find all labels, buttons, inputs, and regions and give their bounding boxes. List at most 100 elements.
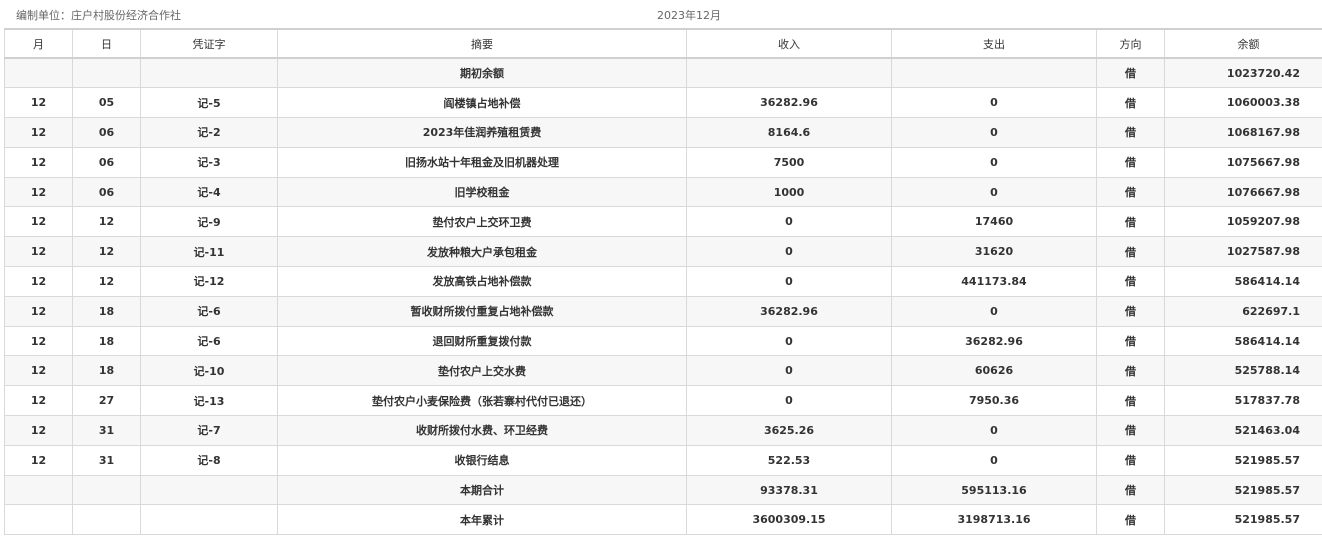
cell-income: 0 [686, 236, 892, 268]
table-row[interactable]: 12 18 记-6 暂收财所拨付重复占地补偿款 36282.96 0 借 622697.1 [4, 295, 1322, 327]
column-header-income: 收入 [686, 28, 892, 59]
cell-expense: 7950.36 [891, 385, 1097, 417]
column-header-month: 月 [4, 28, 73, 59]
cell-income: 36282.96 [686, 295, 892, 327]
cell-voucher: 记-2 [140, 117, 278, 148]
cell-direction: 借 [1096, 355, 1165, 387]
cell-summary: 本期合计 [277, 474, 687, 506]
table-row[interactable]: 本期合计 93378.31 595113.16 借 521985.57 [4, 474, 1322, 506]
cell-voucher: 记-12 [140, 266, 278, 297]
cell-direction: 借 [1096, 415, 1165, 446]
table-row[interactable]: 12 18 记-6 退回财所重复拨付款 0 36282.96 借 586414.14 [4, 325, 1322, 357]
cell-balance: 1075667.98 [1164, 146, 1322, 178]
cell-month: 12 [4, 444, 73, 476]
table-row[interactable]: 本年累计 3600309.15 3198713.16 借 521985.57 [4, 504, 1322, 536]
cell-balance: 1059207.98 [1164, 206, 1322, 238]
cell-expense: 595113.16 [891, 474, 1097, 506]
cell-expense: 0 [891, 146, 1097, 178]
table-row[interactable]: 12 27 记-13 垫付农户小麦保险费（张若寨村代付已退还） 0 7950.36 借 517… [4, 385, 1322, 417]
table-row[interactable]: 12 12 记-9 垫付农户上交环卫费 0 17460 借 1059207.98 [4, 206, 1322, 238]
table-row[interactable]: 12 18 记-10 垫付农户上交水费 0 60626 借 525788.14 [4, 355, 1322, 387]
cell-summary: 发放种粮大户承包租金 [277, 236, 687, 268]
column-header-summary: 摘要 [277, 28, 687, 59]
cell-expense: 36282.96 [891, 325, 1097, 357]
cell-voucher: 记-9 [140, 206, 278, 238]
cell-income: 36282.96 [686, 87, 892, 119]
cell-day: 12 [72, 206, 141, 238]
cell-direction: 借 [1096, 206, 1165, 238]
cell-income: 522.53 [686, 444, 892, 476]
cell-day: 06 [72, 176, 141, 208]
cell-voucher [140, 474, 278, 506]
column-header-balance: 余额 [1164, 28, 1322, 59]
cell-income: 1000 [686, 176, 892, 208]
table-row[interactable]: 12 05 记-5 阎楼镇占地补偿 36282.96 0 借 1060003.38 [4, 87, 1322, 119]
column-header-day: 日 [72, 28, 141, 59]
cell-month [4, 474, 73, 506]
table-row[interactable]: 12 06 记-4 旧学校租金 1000 0 借 1076667.98 [4, 176, 1322, 208]
cell-summary: 2023年佳润养殖租赁费 [277, 117, 687, 148]
cell-voucher [140, 504, 278, 536]
cell-month [4, 57, 73, 89]
cell-day [72, 57, 141, 89]
cell-direction: 借 [1096, 385, 1165, 417]
cell-month: 12 [4, 176, 73, 208]
cell-direction: 借 [1096, 504, 1165, 536]
cell-month: 12 [4, 415, 73, 446]
cell-expense: 0 [891, 176, 1097, 208]
table-header-row: 月 日 凭证字 摘要 收入 支出 方向 余额 [4, 28, 1322, 59]
cell-direction: 借 [1096, 444, 1165, 476]
cell-voucher: 记-11 [140, 236, 278, 268]
cell-voucher: 记-8 [140, 444, 278, 476]
cell-balance: 521985.57 [1164, 474, 1322, 506]
cell-income: 3600309.15 [686, 504, 892, 536]
cell-direction: 借 [1096, 176, 1165, 208]
table-row[interactable]: 期初余额 借 1023720.42 [4, 57, 1322, 89]
table-row[interactable]: 12 06 记-3 旧扬水站十年租金及旧机器处理 7500 0 借 1075667.98 [4, 146, 1322, 178]
column-header-expense: 支出 [891, 28, 1097, 59]
cell-income: 0 [686, 206, 892, 238]
cell-day: 18 [72, 295, 141, 327]
cell-direction: 借 [1096, 325, 1165, 357]
cell-expense: 0 [891, 415, 1097, 446]
cell-expense: 17460 [891, 206, 1097, 238]
cell-balance: 1068167.98 [1164, 117, 1322, 148]
table-row[interactable]: 12 31 记-7 收财所拨付水费、环卫经费 3625.26 0 借 521463.04 [4, 415, 1322, 446]
cell-balance: 521985.57 [1164, 444, 1322, 476]
cell-expense: 0 [891, 117, 1097, 148]
cell-summary: 期初余额 [277, 57, 687, 89]
cell-month: 12 [4, 266, 73, 297]
cell-summary: 发放高铁占地补偿款 [277, 266, 687, 297]
cash-ledger-table: 月 日 凭证字 摘要 收入 支出 方向 余额 期初余额借 1023720.42 12… [4, 28, 1322, 536]
cell-balance: 586414.14 [1164, 266, 1322, 297]
cell-month: 12 [4, 355, 73, 387]
cell-month: 12 [4, 146, 73, 178]
column-header-direction: 方向 [1096, 28, 1165, 59]
cell-voucher: 记-3 [140, 146, 278, 178]
cell-income [686, 57, 892, 89]
cell-month: 12 [4, 117, 73, 148]
table-row[interactable]: 12 12 记-12 发放高铁占地补偿款 0 441173.84 借 586414.14 [4, 266, 1322, 297]
compiling-unit-label: 编制单位：庄户村股份经济合作社 [16, 9, 181, 22]
table-row[interactable]: 12 06 记-2 2023年佳润养殖租赁费 8164.6 0 借 1068167.98 [4, 117, 1322, 148]
cell-day: 31 [72, 444, 141, 476]
table-row[interactable]: 12 31 记-8 收银行结息 522.53 0 借 521985.57 [4, 444, 1322, 476]
cell-summary: 垫付农户上交水费 [277, 355, 687, 387]
cell-day: 18 [72, 355, 141, 387]
cell-month: 12 [4, 325, 73, 357]
cell-day: 18 [72, 325, 141, 357]
cell-income: 0 [686, 385, 892, 417]
cell-expense: 0 [891, 444, 1097, 476]
cell-voucher [140, 57, 278, 89]
cell-month: 12 [4, 206, 73, 238]
cell-balance: 521985.57 [1164, 504, 1322, 536]
cell-summary: 本年累计 [277, 504, 687, 536]
cell-direction: 借 [1096, 57, 1165, 89]
ledger-body: 期初余额借 1023720.42 12 05 记-5 阎楼镇占地补偿 36282.96 0 借 1… [4, 57, 1322, 536]
cell-balance: 521463.04 [1164, 415, 1322, 446]
cell-expense: 441173.84 [891, 266, 1097, 297]
table-row[interactable]: 12 12 记-11 发放种粮大户承包租金 0 31620 借 1027587.98 [4, 236, 1322, 268]
cell-balance: 586414.14 [1164, 325, 1322, 357]
cell-summary: 暂收财所拨付重复占地补偿款 [277, 295, 687, 327]
cell-summary: 收银行结息 [277, 444, 687, 476]
